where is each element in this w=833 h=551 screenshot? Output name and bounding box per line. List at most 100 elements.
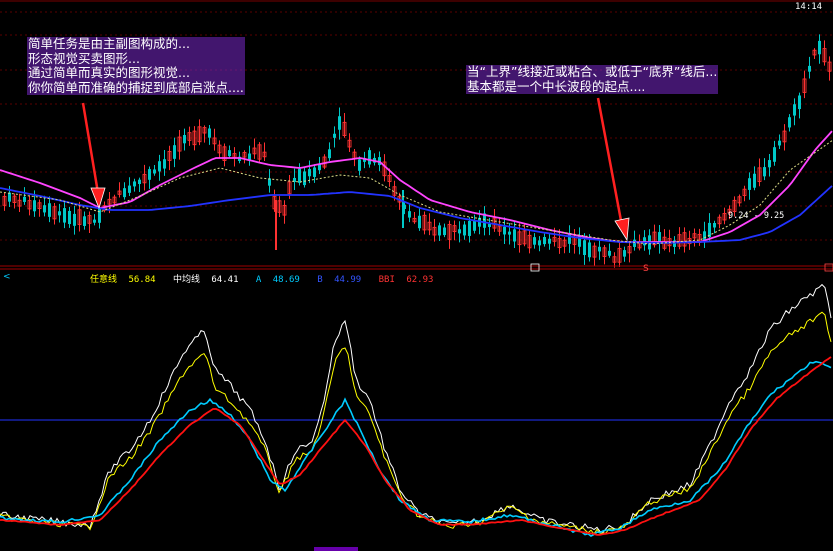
candle-down <box>513 229 516 242</box>
oscillator-lines <box>0 283 832 537</box>
candle-down <box>173 145 176 159</box>
legend-value: 48.69 <box>272 275 300 285</box>
candle-down <box>93 219 96 223</box>
annotation-line: 通过简单而真实的图形视觉... <box>27 65 245 81</box>
candle-down <box>183 135 186 144</box>
candle-down <box>438 225 441 236</box>
annotation-line: 简单任务是由主副图构成的... <box>27 36 245 52</box>
candle-down <box>43 205 46 213</box>
candle-down <box>208 128 211 138</box>
candle-down <box>333 133 336 138</box>
oscillator-yellow-line <box>0 311 832 535</box>
candle-down <box>158 161 161 172</box>
oscillator-red-line <box>0 356 832 536</box>
legend-item: BBI 62.93 <box>379 275 440 285</box>
candle-down <box>473 220 476 231</box>
candle-down <box>713 223 716 228</box>
candle-down <box>123 188 126 198</box>
candle-down <box>368 150 371 165</box>
legend-value: 62.93 <box>406 275 434 285</box>
signal-marker: S <box>643 264 649 274</box>
right-arrow <box>596 97 630 242</box>
candle-down <box>148 169 151 180</box>
candle-down <box>23 196 26 202</box>
candle-down <box>308 169 311 177</box>
candle-down <box>268 178 271 186</box>
candle-down <box>153 169 156 174</box>
legend-value: 64.41 <box>211 275 239 285</box>
candle-down <box>58 211 61 216</box>
candle-down <box>68 210 71 225</box>
annotation-left: 简单任务是由主副图构成的... 形态视觉买卖图形... 通过简单而真实的图形视觉… <box>27 36 245 95</box>
candle-down <box>418 215 421 229</box>
candle-down <box>608 250 611 256</box>
candle-down <box>133 181 136 187</box>
candle-down <box>763 167 766 177</box>
legend-label: BBI <box>378 275 395 285</box>
annotation-right: 当“上界”线接近或粘合、或低于“底界”线后... 基本都是一个中长波段的起点..… <box>466 64 719 94</box>
candle-down <box>138 179 141 184</box>
candle-down <box>818 40 821 55</box>
candle-down <box>408 211 411 218</box>
candle-down <box>778 140 781 146</box>
candle-down <box>533 237 536 245</box>
candle-down <box>598 246 601 252</box>
header-time: 14:14 <box>795 2 822 12</box>
candle-down <box>768 160 771 168</box>
candle-down <box>588 242 591 258</box>
candle-down <box>788 117 791 128</box>
left-arrow <box>81 102 106 210</box>
candle-down <box>48 203 51 217</box>
candle-down <box>338 116 341 130</box>
candle-down <box>33 200 36 212</box>
candle-down <box>248 153 251 160</box>
candle-down <box>808 65 811 72</box>
candle-down <box>503 226 506 235</box>
candle-down <box>508 231 511 235</box>
pane-caret[interactable]: < <box>3 272 11 282</box>
candle-down <box>98 207 101 223</box>
candle-down <box>328 149 331 159</box>
annotation-line: 当“上界”线接近或粘合、或低于“底界”线后... <box>466 64 719 80</box>
annotation-line: 基本都是一个中长波段的起点.... <box>466 79 719 94</box>
legend-item: B 44.99 <box>317 275 367 285</box>
annotation-line: 形态视觉买卖图形... <box>27 51 245 66</box>
candle-down <box>748 178 751 190</box>
candle-down <box>548 238 551 244</box>
legend-label: B <box>317 275 323 285</box>
candle-down <box>443 227 446 236</box>
scroll-indicator[interactable] <box>314 547 358 551</box>
candle-down <box>358 159 361 171</box>
candle-down <box>798 95 801 110</box>
legend-value: 56.84 <box>128 275 156 285</box>
candle-down <box>538 240 541 246</box>
legend-item: 任意线 56.84 <box>90 275 162 285</box>
candle-down <box>773 147 776 162</box>
candle-down <box>543 237 546 245</box>
candle-down <box>63 208 66 223</box>
annotation-line: 你你简单而准确的捕捉到底部启涨点.... <box>27 79 245 95</box>
candle-down <box>313 167 316 177</box>
legend-item: 中均线 64.41 <box>173 275 245 285</box>
candle-down <box>633 239 636 247</box>
candle-down <box>488 223 491 228</box>
candle-down <box>83 216 86 226</box>
candle-down <box>8 192 11 202</box>
candle-down <box>128 185 131 193</box>
candle-down <box>703 231 706 241</box>
candle-down <box>163 159 166 169</box>
candle-down <box>583 240 586 255</box>
candle-down <box>73 213 76 226</box>
legend-item: A 48.69 <box>256 275 306 285</box>
candle-down <box>793 104 796 116</box>
candle-down <box>228 150 231 157</box>
candle-down <box>458 229 461 234</box>
candle-down <box>298 168 301 183</box>
candle-down <box>468 220 471 236</box>
candle-down <box>753 173 756 188</box>
legend-label: 任意线 <box>90 275 118 285</box>
event-marker-icon <box>530 263 540 272</box>
candle-down <box>623 250 626 257</box>
price-label: 9.24 - 9.25 <box>728 211 784 221</box>
legend-value: 44.99 <box>334 275 362 285</box>
